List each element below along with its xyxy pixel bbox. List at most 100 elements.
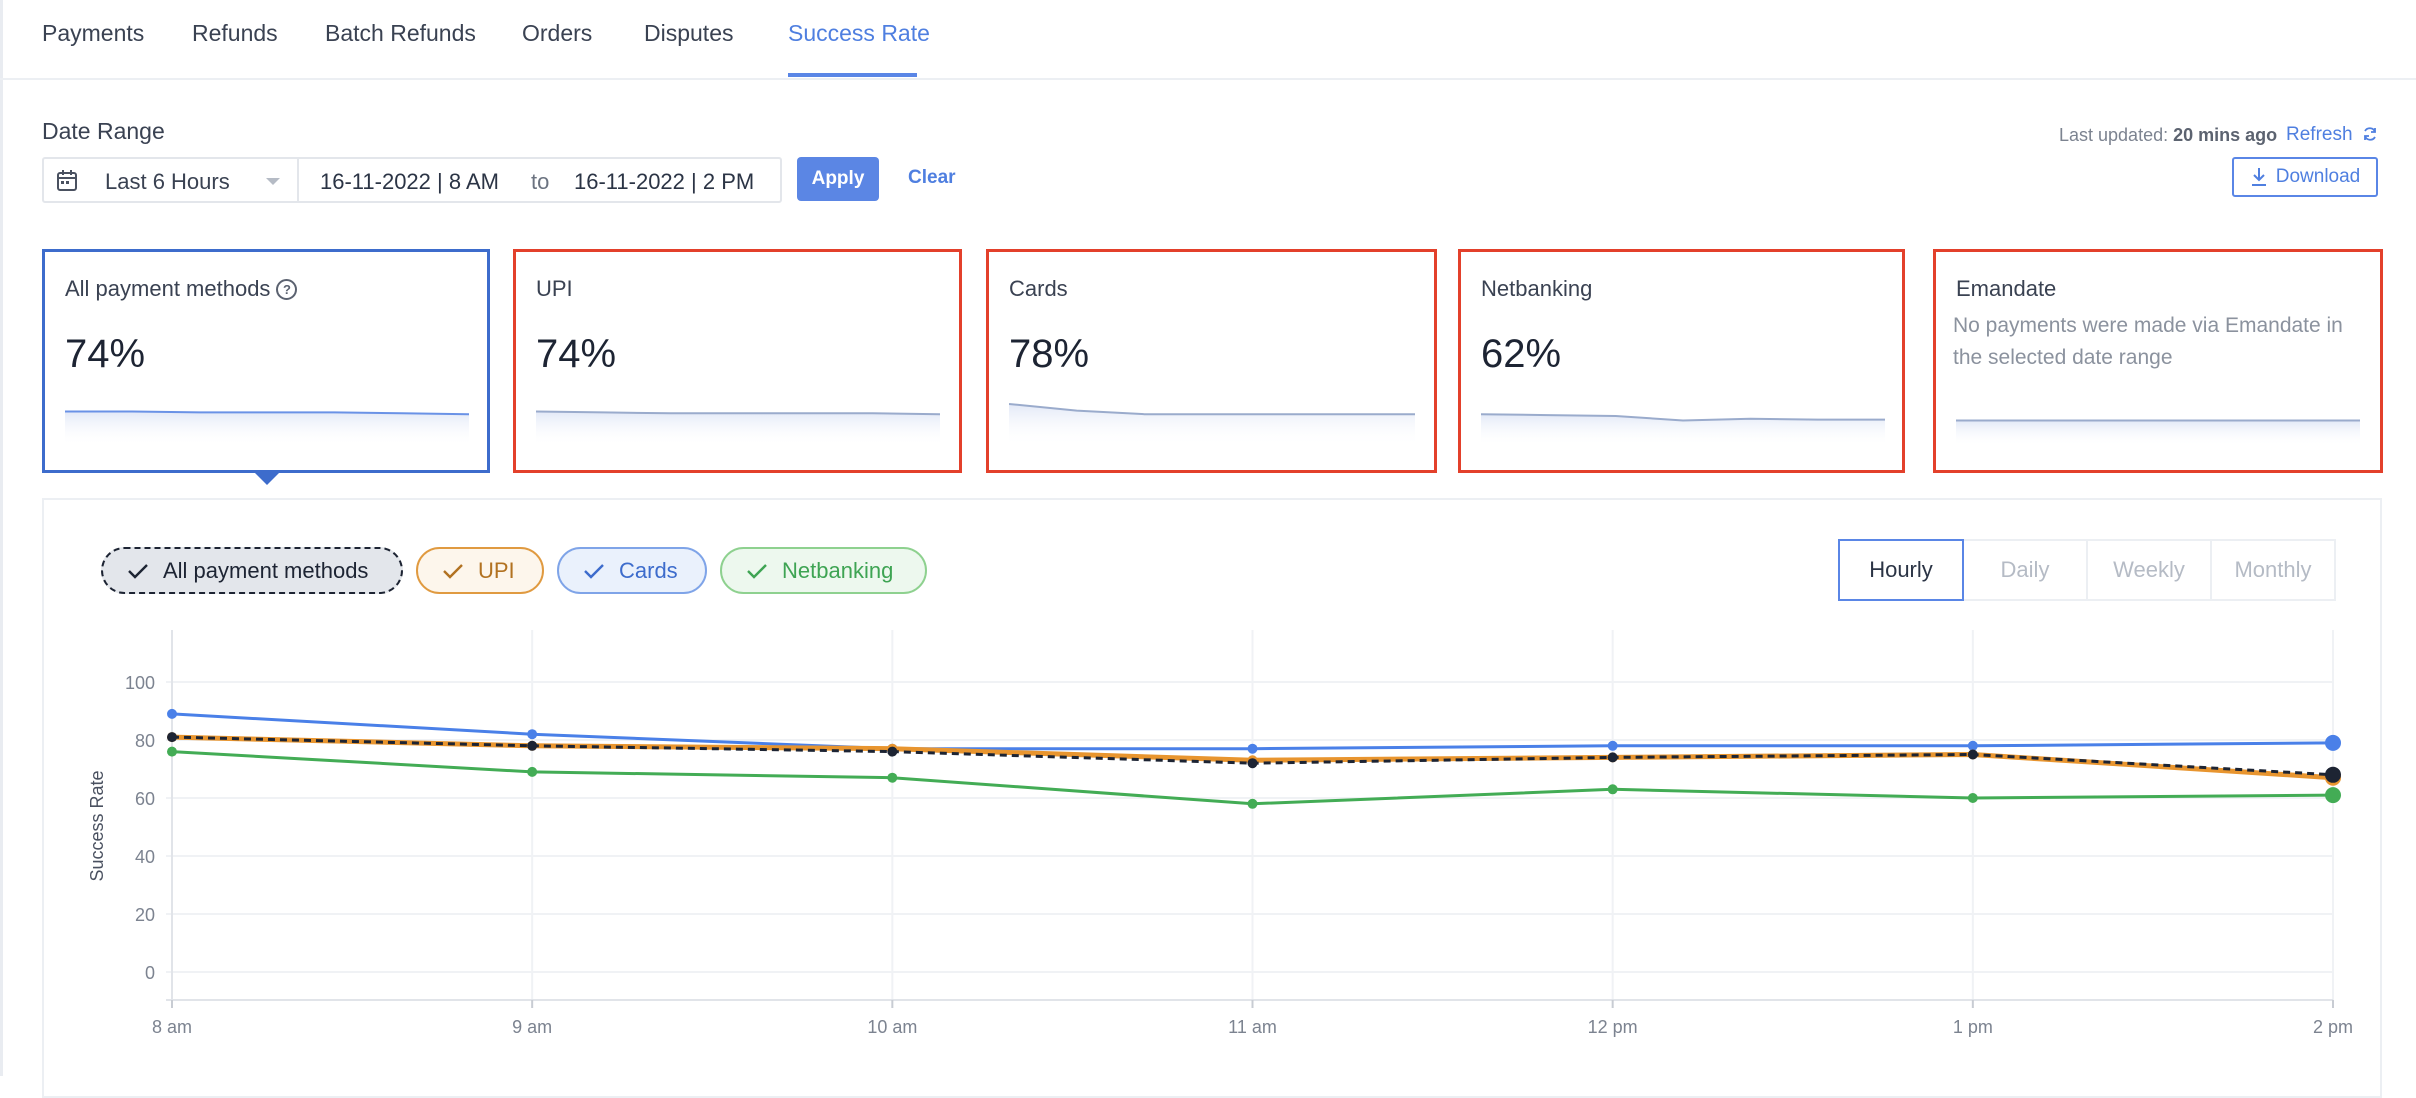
- end-date-field[interactable]: 16-11-2022 | 2 PM: [574, 169, 754, 195]
- refresh-icon: [2363, 127, 2376, 141]
- data-point-netbanking: [2325, 787, 2341, 804]
- card-value: 74%: [536, 332, 617, 376]
- date-range-picker[interactable]: Last 6 Hours 16-11-2022 | 8 AM to 16-11-…: [42, 157, 782, 203]
- card-value: 62%: [1481, 332, 1562, 376]
- card-all-payment-methods[interactable]: All payment methods? 74%: [42, 249, 490, 473]
- check-icon: [443, 563, 463, 579]
- y-tick-label: 0: [145, 963, 155, 983]
- y-tick-label: 20: [135, 905, 155, 925]
- data-point-all: [2325, 766, 2341, 783]
- data-point-cards: [1607, 740, 1618, 751]
- tab-bar: Payments Refunds Batch Refunds Orders Di…: [0, 0, 2416, 80]
- filter-label: Netbanking: [782, 557, 894, 583]
- clear-button[interactable]: Clear: [908, 167, 956, 189]
- data-point-netbanking: [1247, 798, 1258, 809]
- data-point-all: [1607, 752, 1618, 763]
- data-point-all: [887, 746, 898, 757]
- last-updated-prefix: Last updated:: [2059, 125, 2169, 145]
- divider: [297, 159, 299, 201]
- sparkline: [65, 410, 469, 446]
- data-point-cards: [1247, 743, 1258, 754]
- apply-button[interactable]: Apply: [797, 157, 879, 201]
- x-tick-label: 11 am: [1228, 1017, 1277, 1037]
- data-point-cards: [1967, 740, 1978, 751]
- tab-batch-refunds[interactable]: Batch Refunds: [325, 20, 476, 47]
- sparkline-area: [536, 411, 940, 446]
- y-tick-label: 100: [125, 673, 155, 693]
- success-rate-line-chart: 0 20 40 60 80 100 8 am 9 am 10 am 11 am 12 pm 1 pm 2…: [87, 630, 2353, 1037]
- data-point-netbanking: [1967, 793, 1978, 803]
- tab-payments[interactable]: Payments: [42, 20, 144, 47]
- granularity-weekly[interactable]: Weekly: [2086, 539, 2212, 601]
- sparkline: [1009, 403, 1415, 446]
- last-updated-value: 20 mins ago: [2173, 125, 2278, 145]
- last-updated: Last updated: 20 mins ago: [2059, 125, 2277, 146]
- filter-all-payment-methods[interactable]: All payment methods: [101, 547, 403, 594]
- sparkline-area: [1956, 420, 2360, 446]
- filter-cards[interactable]: Cards: [557, 547, 707, 594]
- date-preset-select[interactable]: Last 6 Hours: [105, 169, 230, 195]
- filter-label: Cards: [619, 557, 678, 583]
- data-point-all: [1247, 758, 1258, 769]
- date-range-label: Date Range: [42, 118, 165, 144]
- data-point-netbanking: [527, 766, 538, 777]
- x-tick-label: 9 am: [512, 1017, 552, 1037]
- card-title: Cards: [1009, 276, 1068, 301]
- granularity-hourly[interactable]: Hourly: [1838, 539, 1964, 601]
- tab-refunds[interactable]: Refunds: [192, 20, 278, 47]
- refresh-button[interactable]: Refresh: [2286, 124, 2378, 146]
- download-label: Download: [2275, 166, 2361, 187]
- tab-disputes[interactable]: Disputes: [644, 20, 733, 47]
- x-tick-label: 12 pm: [1588, 1017, 1638, 1037]
- x-tick-label: 2 pm: [2313, 1017, 2353, 1037]
- card-value: 78%: [1009, 332, 1090, 376]
- download-button[interactable]: Download: [2232, 157, 2378, 197]
- x-tick-label: 10 am: [867, 1017, 917, 1037]
- data-point-all: [167, 732, 177, 743]
- calendar-icon: [56, 169, 78, 198]
- tab-orders[interactable]: Orders: [522, 20, 592, 47]
- tab-success-rate[interactable]: Success Rate: [788, 20, 930, 47]
- card-netbanking[interactable]: Netbanking 62%: [1458, 249, 1905, 473]
- check-icon: [747, 563, 767, 579]
- card-cards[interactable]: Cards 78%: [986, 249, 1437, 473]
- download-icon: [2251, 168, 2266, 186]
- data-point-cards: [527, 729, 538, 740]
- data-point-netbanking: [167, 746, 177, 757]
- sparkline-area: [65, 411, 469, 446]
- y-tick-label: 60: [135, 789, 155, 809]
- sparkline: [1481, 413, 1885, 446]
- filter-netbanking[interactable]: Netbanking: [720, 547, 927, 594]
- x-tick-label: 8 am: [152, 1017, 192, 1037]
- chevron-down-icon[interactable]: [266, 178, 280, 185]
- x-tick-label: 1 pm: [1953, 1017, 1993, 1037]
- card-title: Emandate: [1956, 276, 2057, 301]
- data-point-all: [1967, 749, 1978, 760]
- start-date-field[interactable]: 16-11-2022 | 8 AM: [320, 169, 499, 195]
- data-point-netbanking: [887, 772, 898, 783]
- y-tick-label: 80: [135, 731, 155, 751]
- y-tick-label: 40: [135, 847, 155, 867]
- granularity-daily[interactable]: Daily: [1962, 539, 2088, 601]
- filter-upi[interactable]: UPI: [416, 547, 544, 594]
- card-title: All payment methods?: [65, 276, 298, 302]
- check-icon: [584, 563, 604, 579]
- question-circle-icon[interactable]: ?: [276, 279, 298, 300]
- check-icon: [128, 563, 148, 579]
- data-point-netbanking: [1607, 784, 1618, 795]
- filter-label: UPI: [478, 557, 515, 583]
- card-title: Netbanking: [1481, 276, 1593, 301]
- filter-label: All payment methods: [163, 557, 369, 583]
- sparkline: [536, 410, 940, 446]
- active-tab-indicator: [788, 73, 917, 77]
- granularity-monthly[interactable]: Monthly: [2210, 539, 2336, 601]
- selected-card-pointer: [254, 472, 280, 485]
- data-point-all: [527, 740, 538, 751]
- card-upi[interactable]: UPI 74%: [513, 249, 962, 473]
- y-axis-title: Success Rate: [87, 770, 107, 881]
- card-value: 74%: [65, 332, 146, 376]
- card-title: UPI: [536, 276, 573, 301]
- empty-state-message: No payments were made via Emandate in th…: [1953, 314, 2343, 369]
- card-emandate[interactable]: Emandate No payments were made via Emand…: [1933, 249, 2383, 473]
- refresh-label: Refresh: [2286, 124, 2353, 145]
